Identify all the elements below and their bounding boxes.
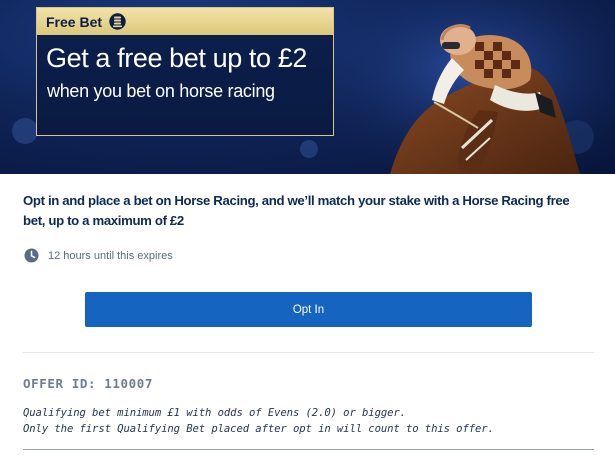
promo-banner: Free Bet Get a free bet up to £2 when yo… <box>0 0 615 174</box>
offer-id: OFFER ID: 110007 <box>23 376 154 391</box>
clock-icon <box>24 248 39 263</box>
terms-line: Qualifying bet minimum £1 with odds of E… <box>23 407 406 419</box>
horse-racing-jockey-image <box>330 0 615 174</box>
expiry-row: 12 hours until this expires <box>24 248 173 263</box>
bokeh-light <box>12 118 38 144</box>
opt-in-button[interactable]: Opt In <box>85 292 532 327</box>
terms-line: Only the first Qualifying Bet placed aft… <box>23 423 494 435</box>
divider <box>23 352 594 353</box>
free-bet-tag-label: Free Bet <box>46 13 103 30</box>
offer-description: Opt in and place a bet on Horse Racing, … <box>23 193 570 228</box>
expiry-text: 12 hours until this expires <box>48 249 173 262</box>
free-bet-coin-icon <box>109 13 126 30</box>
promo-headline: Get a free bet up to £2 <box>46 43 307 73</box>
promo-subline: when you bet on horse racing <box>47 81 275 101</box>
offer-terms: Qualifying bet minimum £1 with odds of E… <box>23 405 598 437</box>
bokeh-light <box>300 140 318 158</box>
free-bet-tag: Free Bet <box>37 8 333 35</box>
promo-card: Free Bet Get a free bet up to £2 when yo… <box>36 7 334 136</box>
divider <box>23 449 594 450</box>
